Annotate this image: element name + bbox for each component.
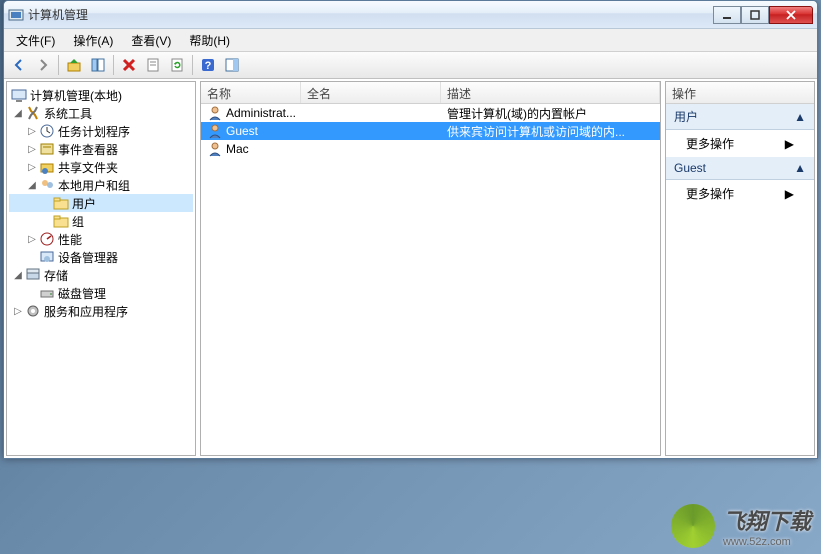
- expand-icon[interactable]: ▷: [25, 234, 39, 245]
- window-title: 计算机管理: [28, 6, 88, 23]
- properties-button[interactable]: [142, 54, 164, 76]
- storage-icon: [25, 267, 41, 283]
- folder-icon: [53, 213, 69, 229]
- tree-performance[interactable]: ▷ 性能: [9, 230, 193, 248]
- user-icon: [207, 105, 223, 121]
- action-more-users[interactable]: 更多操作 ▶: [666, 130, 814, 157]
- maximize-button[interactable]: [741, 6, 769, 24]
- back-button[interactable]: [8, 54, 30, 76]
- tree-users[interactable]: 用户: [9, 194, 193, 212]
- app-icon: [8, 7, 24, 23]
- users-group-icon: [39, 177, 55, 193]
- user-name: Guest: [226, 124, 258, 138]
- menubar: 文件(F) 操作(A) 查看(V) 帮助(H): [4, 29, 817, 51]
- user-description: 管理计算机(域)的内置帐户: [441, 105, 660, 122]
- user-description: 供来宾访问计算机或访问域的内...: [441, 123, 660, 140]
- user-row[interactable]: Administrat... 管理计算机(域)的内置帐户: [201, 104, 660, 122]
- user-name: Administrat...: [226, 106, 296, 120]
- actions-header: 操作: [666, 82, 814, 104]
- expand-icon[interactable]: ▷: [11, 306, 25, 317]
- list-header: 名称 全名 描述: [201, 82, 660, 104]
- watermark-url: www.52z.com: [723, 536, 811, 548]
- tree-event-viewer[interactable]: ▷ 事件查看器: [9, 140, 193, 158]
- tree-task-scheduler[interactable]: ▷ 任务计划程序: [9, 122, 193, 140]
- user-icon: [207, 123, 223, 139]
- expand-icon[interactable]: ▷: [25, 144, 39, 155]
- help-button[interactable]: ?: [197, 54, 219, 76]
- tree-groups[interactable]: 组: [9, 212, 193, 230]
- expand-icon[interactable]: ▷: [25, 162, 39, 173]
- column-name[interactable]: 名称: [201, 82, 301, 103]
- svg-text:?: ?: [205, 60, 212, 72]
- tree-shared-folders[interactable]: ▷ 共享文件夹: [9, 158, 193, 176]
- column-fullname[interactable]: 全名: [301, 82, 441, 103]
- user-row[interactable]: Guest 供来宾访问计算机或访问域的内...: [201, 122, 660, 140]
- list-body[interactable]: Administrat... 管理计算机(域)的内置帐户 Guest 供来宾访问计算机…: [201, 104, 660, 455]
- leaf-logo-icon: [671, 504, 715, 548]
- menu-action[interactable]: 操作(A): [65, 30, 121, 51]
- tree-system-tools[interactable]: ◢ 系统工具: [9, 104, 193, 122]
- clock-icon: [39, 123, 55, 139]
- forward-button[interactable]: [32, 54, 54, 76]
- show-hide-action-button[interactable]: [221, 54, 243, 76]
- shared-folder-icon: [39, 159, 55, 175]
- minimize-button[interactable]: [713, 6, 741, 24]
- tree-root[interactable]: 计算机管理(本地): [9, 86, 193, 104]
- refresh-button[interactable]: [166, 54, 188, 76]
- delete-button[interactable]: [118, 54, 140, 76]
- toolbar: ?: [4, 51, 817, 79]
- actions-pane: 操作 用户 ▲ 更多操作 ▶ Guest ▲ 更多操作 ▶: [665, 81, 815, 456]
- navigation-tree: 计算机管理(本地) ◢ 系统工具 ▷ 任务计划程序 ▷ 事件查看器: [7, 82, 195, 455]
- up-button[interactable]: [63, 54, 85, 76]
- column-description[interactable]: 描述: [441, 82, 660, 103]
- tree-device-manager[interactable]: 设备管理器: [9, 248, 193, 266]
- computer-icon: [11, 87, 27, 103]
- watermark: 飞翔下载 www.52z.com: [671, 504, 811, 548]
- submenu-arrow-icon: ▶: [785, 187, 794, 201]
- menu-file[interactable]: 文件(F): [8, 30, 63, 51]
- titlebar[interactable]: 计算机管理: [4, 1, 817, 29]
- tree-storage[interactable]: ◢ 存储: [9, 266, 193, 284]
- services-icon: [25, 303, 41, 319]
- performance-icon: [39, 231, 55, 247]
- computer-management-window: 计算机管理 文件(F) 操作(A) 查看(V) 帮助(H) ?: [3, 0, 818, 459]
- submenu-arrow-icon: ▶: [785, 137, 794, 151]
- collapse-icon[interactable]: ◢: [11, 108, 25, 119]
- tools-icon: [25, 105, 41, 121]
- list-pane: 名称 全名 描述 Administrat...管理计算机(域)的内置帐户Gues…: [200, 81, 661, 456]
- disk-icon: [39, 285, 55, 301]
- action-more-guest[interactable]: 更多操作 ▶: [666, 180, 814, 207]
- user-icon: [207, 141, 223, 157]
- event-icon: [39, 141, 55, 157]
- menu-view[interactable]: 查看(V): [123, 30, 179, 51]
- action-section-guest[interactable]: Guest ▲: [666, 157, 814, 180]
- folder-icon: [53, 195, 69, 211]
- show-hide-tree-button[interactable]: [87, 54, 109, 76]
- user-name: Mac: [226, 142, 249, 156]
- collapse-icon: ▲: [794, 110, 806, 124]
- tree-services-apps[interactable]: ▷ 服务和应用程序: [9, 302, 193, 320]
- tree-local-users-groups[interactable]: ◢ 本地用户和组: [9, 176, 193, 194]
- collapse-icon[interactable]: ◢: [11, 270, 25, 281]
- action-section-users[interactable]: 用户 ▲: [666, 104, 814, 130]
- menu-help[interactable]: 帮助(H): [181, 30, 238, 51]
- close-button[interactable]: [769, 6, 813, 24]
- tree-pane: 计算机管理(本地) ◢ 系统工具 ▷ 任务计划程序 ▷ 事件查看器: [6, 81, 196, 456]
- user-row[interactable]: Mac: [201, 140, 660, 158]
- tree-disk-management[interactable]: 磁盘管理: [9, 284, 193, 302]
- watermark-brand: 飞翔下载: [723, 509, 811, 534]
- content-area: 计算机管理(本地) ◢ 系统工具 ▷ 任务计划程序 ▷ 事件查看器: [4, 79, 817, 458]
- device-icon: [39, 249, 55, 265]
- expand-icon[interactable]: ▷: [25, 126, 39, 137]
- collapse-icon: ▲: [794, 161, 806, 175]
- collapse-icon[interactable]: ◢: [25, 180, 39, 191]
